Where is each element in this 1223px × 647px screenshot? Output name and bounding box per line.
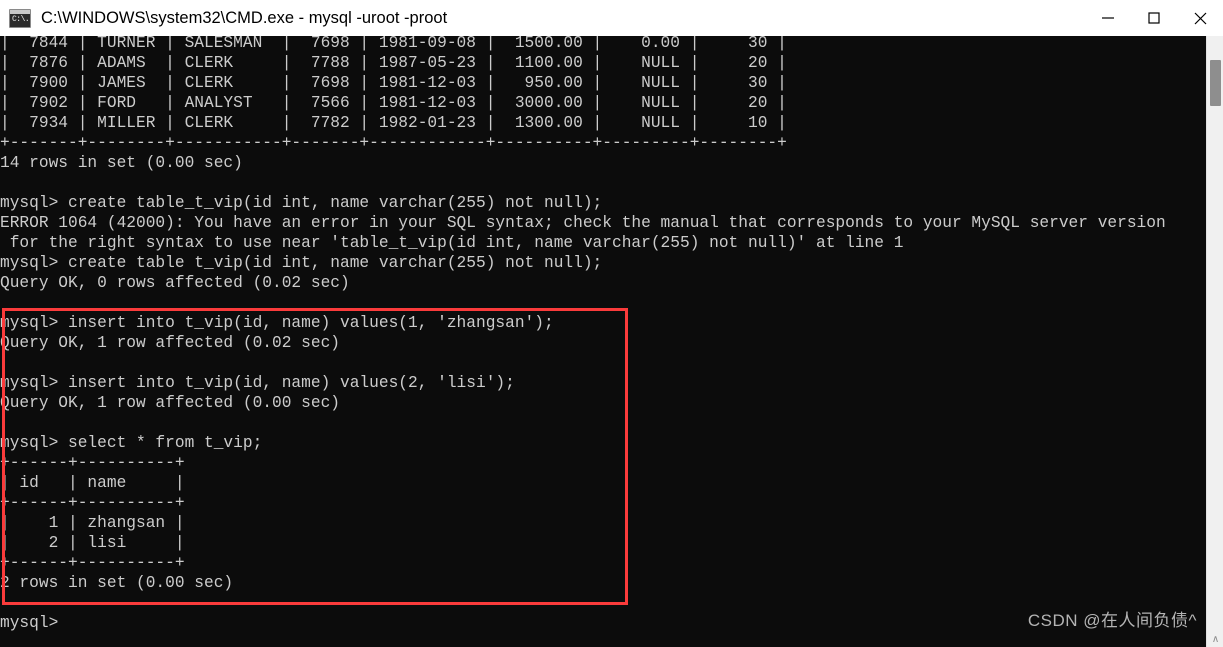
- terminal-text: | 7844 | TURNER | SALESMAN | 7698 | 1981…: [0, 36, 1210, 633]
- terminal-line: | 7844 | TURNER | SALESMAN | 7698 | 1981…: [0, 36, 787, 52]
- terminal-line: +------+----------+: [0, 554, 185, 572]
- close-button[interactable]: [1177, 0, 1223, 36]
- minimize-button[interactable]: [1085, 0, 1131, 36]
- window-titlebar[interactable]: C:\. C:\WINDOWS\system32\CMD.exe - mysql…: [0, 0, 1223, 36]
- minimize-icon: [1102, 17, 1114, 19]
- terminal-line: | id | name |: [0, 474, 185, 492]
- scrollbar-thumb[interactable]: [1210, 60, 1221, 106]
- terminal-line: +-------+--------+-----------+-------+--…: [0, 134, 787, 152]
- terminal-line: Query OK, 1 row affected (0.00 sec): [0, 394, 340, 412]
- terminal-line: mysql> create table_t_vip(id int, name v…: [0, 194, 603, 212]
- terminal-line: mysql> insert into t_vip(id, name) value…: [0, 314, 554, 332]
- terminal-line: for the right syntax to use near 'table_…: [0, 234, 904, 252]
- terminal-line: | 7900 | JAMES | CLERK | 7698 | 1981-12-…: [0, 74, 787, 92]
- window-title: C:\WINDOWS\system32\CMD.exe - mysql -uro…: [41, 8, 448, 27]
- terminal-line: | 2 | lisi |: [0, 534, 185, 552]
- window-controls: [1085, 0, 1223, 36]
- terminal-line: +------+----------+: [0, 454, 185, 472]
- terminal-line: +------+----------+: [0, 494, 185, 512]
- terminal-line: | 7934 | MILLER | CLERK | 7782 | 1982-01…: [0, 114, 787, 132]
- terminal-line: mysql> insert into t_vip(id, name) value…: [0, 374, 515, 392]
- terminal-output-area[interactable]: | 7844 | TURNER | SALESMAN | 7698 | 1981…: [0, 36, 1223, 647]
- titlebar-left-group: C:\. C:\WINDOWS\system32\CMD.exe - mysql…: [0, 8, 1085, 28]
- terminal-line: Query OK, 0 rows affected (0.02 sec): [0, 274, 350, 292]
- vertical-scrollbar[interactable]: ∧: [1206, 36, 1223, 647]
- terminal-line: | 7902 | FORD | ANALYST | 7566 | 1981-12…: [0, 94, 787, 112]
- terminal-line: | 7876 | ADAMS | CLERK | 7788 | 1987-05-…: [0, 54, 787, 72]
- terminal-line: 14 rows in set (0.00 sec): [0, 154, 243, 172]
- cmd-icon-glyph: C:\.: [12, 14, 30, 24]
- scroll-down-arrow-icon[interactable]: ∧: [1207, 634, 1223, 645]
- cmd-window: C:\. C:\WINDOWS\system32\CMD.exe - mysql…: [0, 0, 1223, 647]
- terminal-line: | 1 | zhangsan |: [0, 514, 185, 532]
- maximize-button[interactable]: [1131, 0, 1177, 36]
- watermark-text: CSDN @在人间负债^: [1027, 611, 1197, 630]
- cmd-console-icon: C:\.: [9, 8, 31, 28]
- terminal-line: mysql> create table t_vip(id int, name v…: [0, 254, 603, 272]
- terminal-line: mysql> select * from t_vip;: [0, 434, 263, 452]
- terminal-line: 2 rows in set (0.00 sec): [0, 574, 234, 592]
- terminal-line: ERROR 1064 (42000): You have an error in…: [0, 214, 1166, 232]
- close-icon: [1194, 12, 1206, 24]
- terminal-line: Query OK, 1 row affected (0.02 sec): [0, 334, 340, 352]
- maximize-icon: [1148, 12, 1160, 24]
